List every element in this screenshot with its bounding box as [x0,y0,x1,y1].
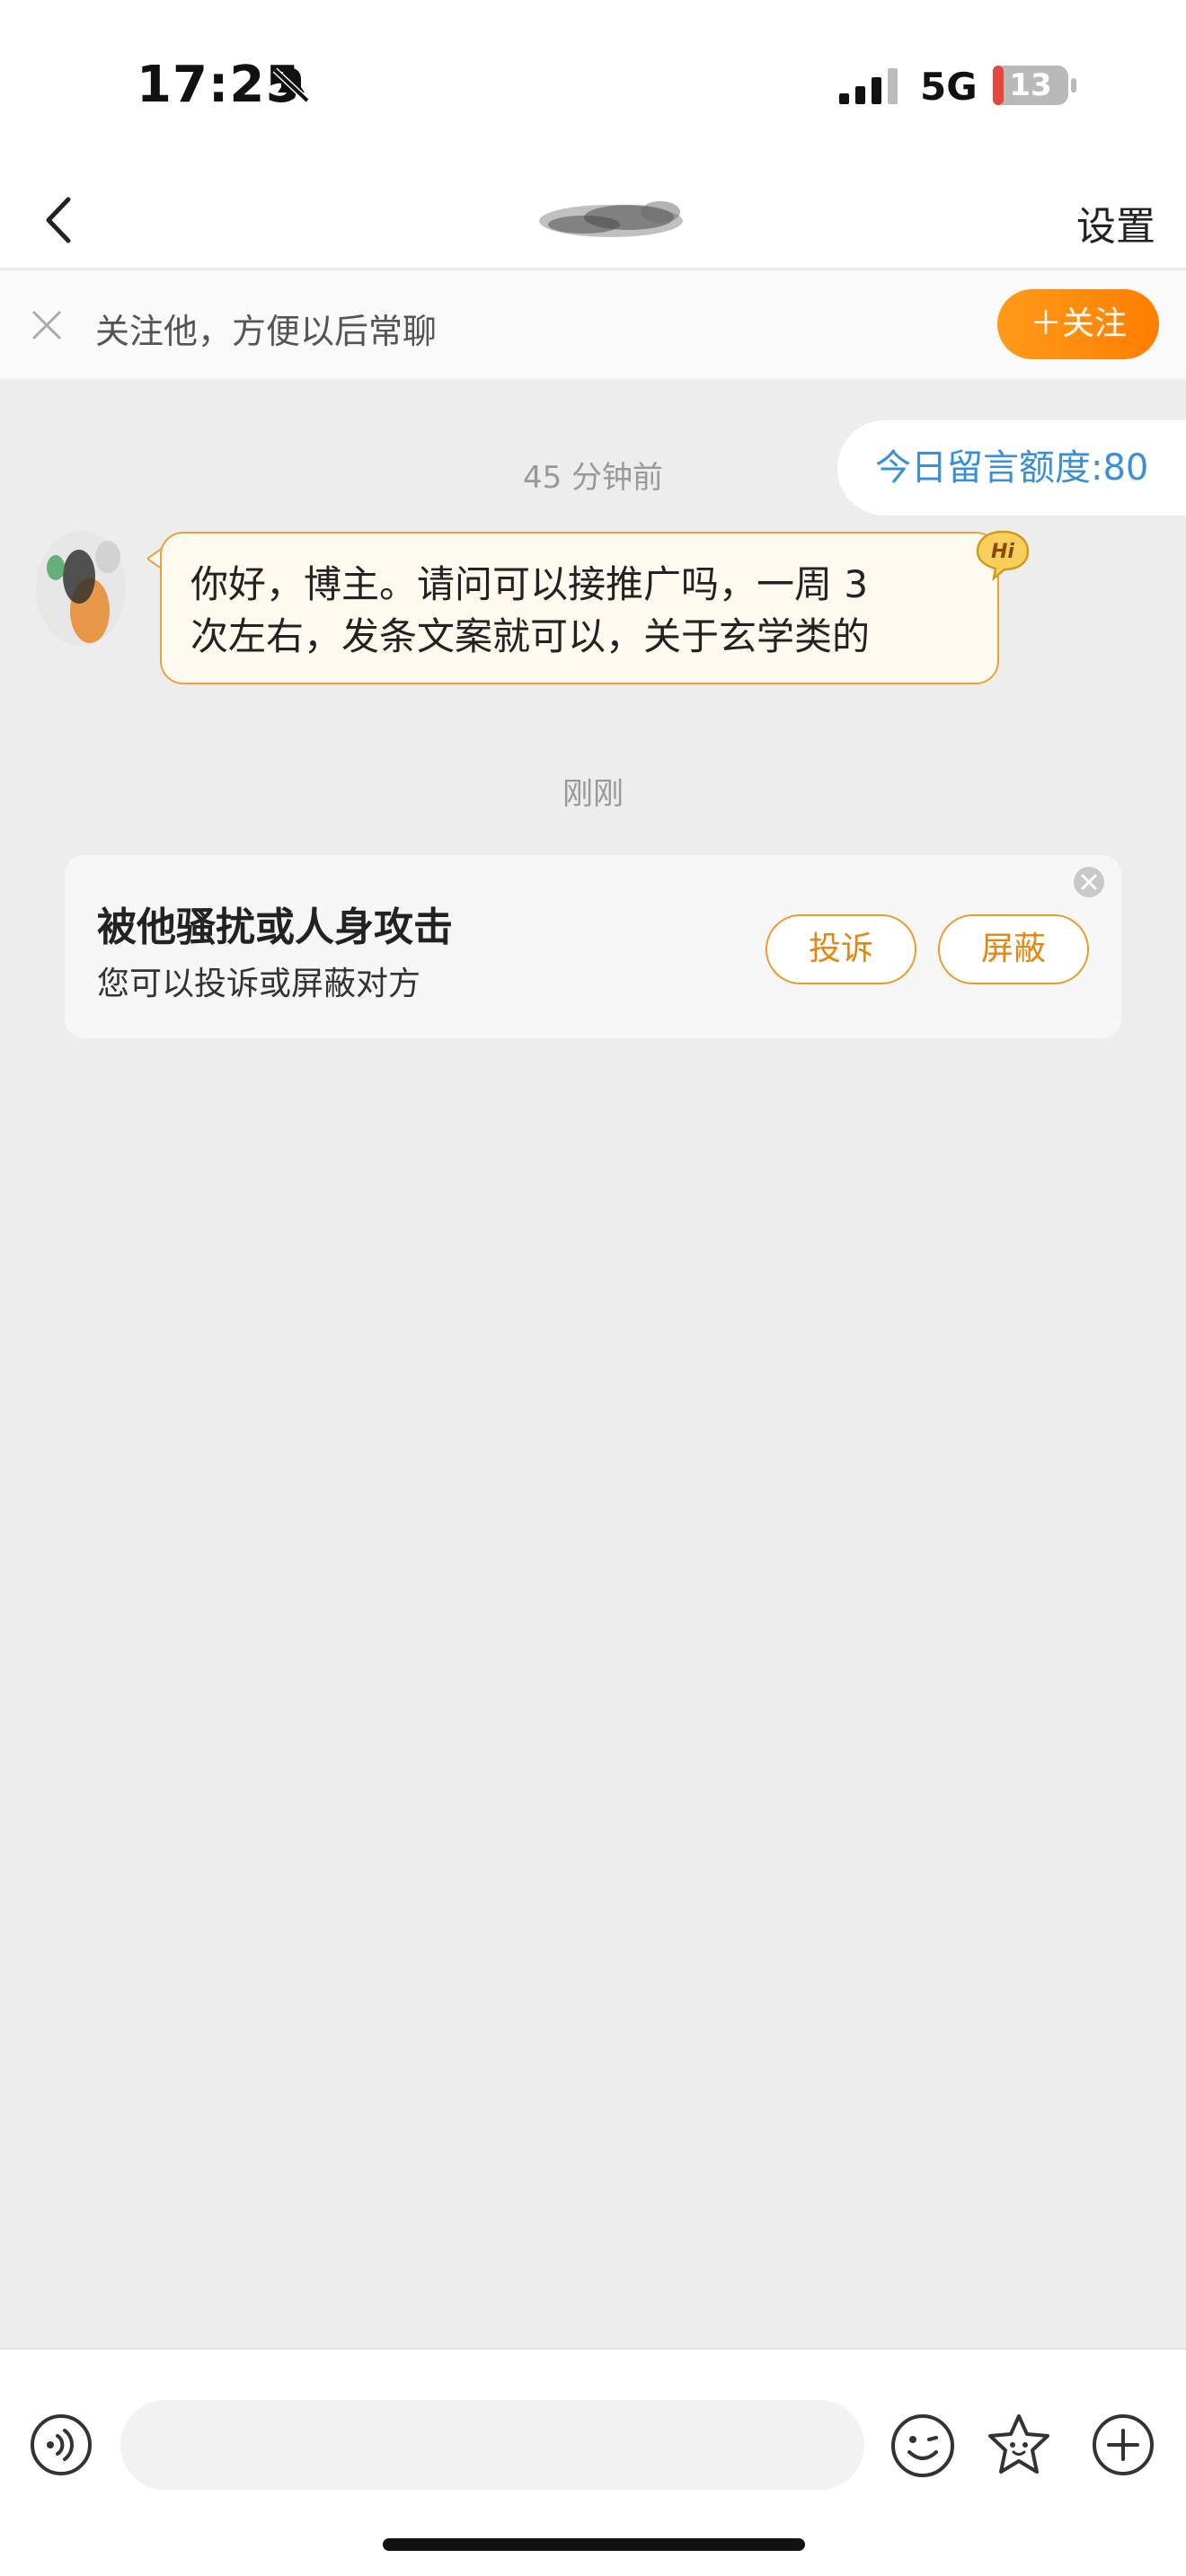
emoji-icon[interactable] [890,2413,956,2479]
status-bar: 17:25 5G 13 [0,0,1186,171]
back-chevron-icon[interactable] [20,180,101,260]
message-input[interactable] [120,2400,864,2490]
network-label: 5G [920,65,978,109]
close-circle-icon[interactable] [1071,864,1107,900]
plus-icon[interactable] [1091,2413,1155,2477]
message-line: 次左右，发条文案就可以，关于玄学类的 [190,614,871,658]
close-icon[interactable] [27,305,66,345]
timestamp: 45 分钟前 [522,460,664,496]
follow-bar: 关注他，方便以后常聊 ＋关注 [0,271,1186,379]
report-button[interactable]: 投诉 [766,914,916,984]
voice-icon[interactable] [29,2413,93,2477]
block-button[interactable]: 屏蔽 [938,914,1089,984]
harassment-card: 被他骚扰或人身攻击 您可以投诉或屏蔽对方 投诉 屏蔽 [65,855,1121,1038]
hi-badge-text: Hi [991,541,1014,563]
follow-hint: 关注他，方便以后常聊 [95,312,438,351]
harassment-card-subtitle: 您可以投诉或屏蔽对方 [97,966,421,1002]
harassment-card-title: 被他骚扰或人身攻击 [97,904,453,950]
battery-level: 13 [1009,67,1052,103]
sticker-icon[interactable] [985,2411,1053,2479]
avatar[interactable] [27,521,140,656]
timestamp: 刚刚 [562,776,624,812]
message-line: 你好，博主。请问可以接推广吗，一周 3 [190,562,869,606]
message-bubble[interactable]: 你好，博主。请问可以接推广吗，一周 3 次左右，发条文案就可以，关于玄学类的 [160,532,999,684]
follow-button[interactable]: ＋关注 [997,289,1159,359]
nav-title-redacted [539,201,683,237]
signal-icon [839,68,898,104]
home-indicator[interactable] [383,2538,805,2551]
settings-button[interactable]: 设置 [1076,194,1155,251]
nav-bar: 设置 [0,171,1186,269]
hi-badge-icon: Hi [976,530,1030,582]
bell-mute-icon [272,67,310,103]
